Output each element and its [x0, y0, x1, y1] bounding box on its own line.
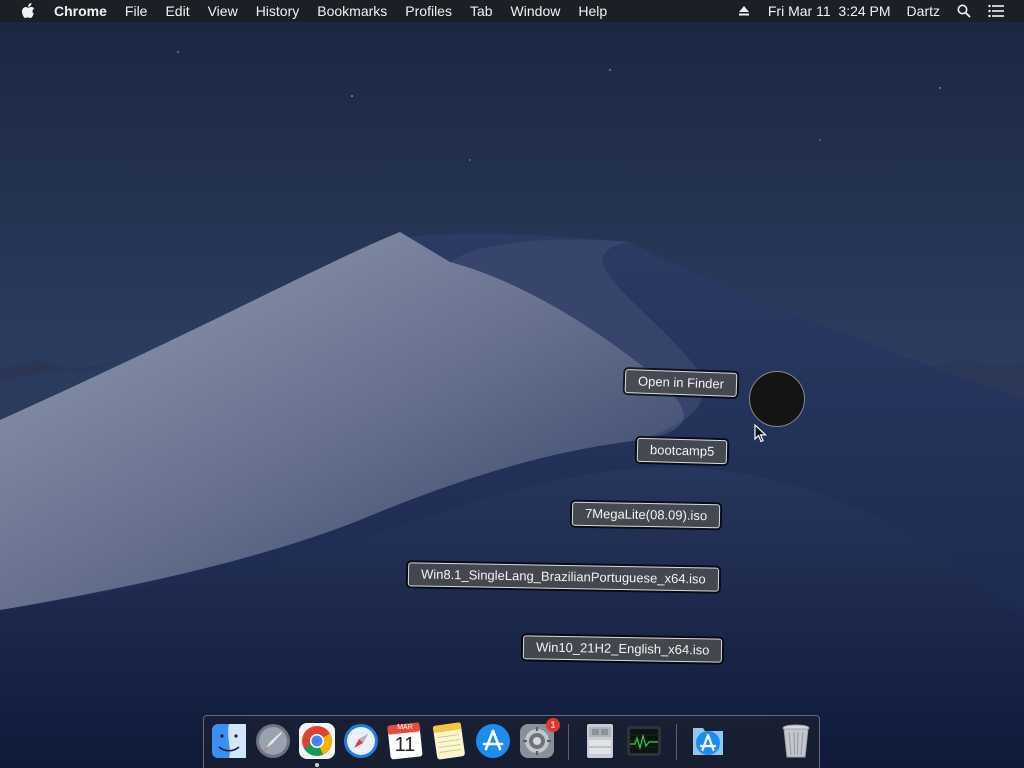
menu-profiles[interactable]: Profiles	[396, 0, 461, 22]
activity-monitor-icon[interactable]	[625, 722, 663, 760]
open-in-finder-label[interactable]: Open in Finder	[624, 369, 738, 397]
menu-app-name[interactable]: Chrome	[54, 0, 116, 22]
eject-icon[interactable]	[736, 3, 752, 19]
dock-separator-2	[676, 724, 677, 760]
system-preferences-badge: 1	[546, 718, 560, 732]
dock-separator	[568, 724, 569, 760]
file-label-7megalite[interactable]: 7MegaLite(08.09).iso	[571, 501, 721, 529]
desktop-wallpaper	[0, 0, 1024, 768]
calendar-day: 11	[394, 734, 416, 756]
menu-help[interactable]: Help	[569, 0, 616, 22]
calendar-month: MAR	[397, 724, 413, 731]
spotlight-search-icon[interactable]	[956, 3, 972, 19]
finder-icon[interactable]	[210, 722, 248, 760]
mouse-cursor-icon	[754, 424, 768, 443]
notes-icon[interactable]	[430, 722, 468, 760]
menu-bar: Chrome File Edit View History Bookmarks …	[0, 0, 1024, 22]
menu-view[interactable]: View	[199, 0, 247, 22]
notification-center-icon[interactable]	[988, 3, 1004, 19]
menu-bookmarks[interactable]: Bookmarks	[308, 0, 396, 22]
menu-bar-left: Chrome File Edit View History Bookmarks …	[0, 0, 616, 22]
calendar-icon[interactable]: MAR 11	[386, 722, 424, 760]
menu-bar-right: Fri Mar 11 3:24 PM Dartz	[728, 0, 1024, 22]
boot-camp-icon[interactable]	[581, 722, 619, 760]
menu-file[interactable]: File	[116, 0, 157, 22]
dock: MAR 11 1	[203, 715, 820, 768]
apple-icon[interactable]	[20, 3, 36, 19]
user-name[interactable]: Dartz	[899, 0, 948, 22]
drag-target-circle	[749, 371, 805, 427]
clock[interactable]: Fri Mar 11 3:24 PM	[760, 0, 899, 22]
safari-icon[interactable]	[342, 722, 380, 760]
chrome-running-indicator	[315, 763, 319, 767]
file-label-bootcamp5[interactable]: bootcamp5	[636, 437, 728, 465]
app-store-icon[interactable]	[474, 722, 512, 760]
trash-icon[interactable]	[777, 722, 815, 760]
menu-tab[interactable]: Tab	[461, 0, 502, 22]
downloads-folder-icon[interactable]	[689, 722, 727, 760]
menu-window[interactable]: Window	[502, 0, 570, 22]
chrome-icon[interactable]	[298, 722, 336, 760]
launchpad-icon[interactable]	[254, 722, 292, 760]
system-preferences-icon[interactable]: 1	[518, 718, 560, 760]
file-label-win10-iso[interactable]: Win10_21H2_English_x64.iso	[522, 635, 723, 663]
menu-history[interactable]: History	[247, 0, 309, 22]
menu-edit[interactable]: Edit	[156, 0, 198, 22]
